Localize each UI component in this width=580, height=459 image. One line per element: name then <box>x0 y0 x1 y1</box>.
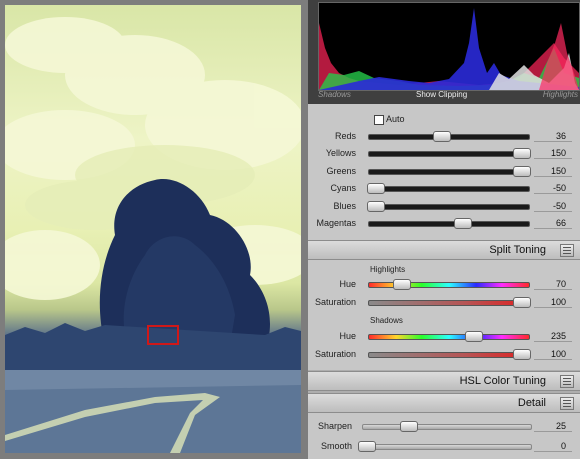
highlights-hue-row: Hue 70 <box>308 276 580 292</box>
smooth-slider[interactable] <box>358 441 532 452</box>
shadows-saturation-slider[interactable] <box>368 349 531 360</box>
shadows-saturation-thumb[interactable] <box>513 349 531 360</box>
sharpen-row: Sharpen 25 <box>308 418 580 434</box>
cyans-slider[interactable] <box>367 183 530 195</box>
grayscale-mix-section: Auto Reds 36 Yellows 150 Greens 150 Cyans -50 Bl… <box>308 104 580 240</box>
shadows-hue-thumb[interactable] <box>465 331 483 342</box>
highlights-hue-label: Hue <box>339 279 356 289</box>
magentas-label: Magentas <box>316 218 356 228</box>
split-toning-title: Split Toning <box>489 244 546 256</box>
show-clipping-label[interactable]: Show Clipping <box>416 90 467 99</box>
cyans-row: Cyans -50 <box>308 180 580 196</box>
blues-value[interactable]: -50 <box>553 201 566 211</box>
yellows-row: Yellows 150 <box>308 145 580 161</box>
highlights-saturation-row: Saturation 100 <box>308 294 580 310</box>
smooth-thumb[interactable] <box>358 441 377 452</box>
shadows-hue-value[interactable]: 235 <box>551 331 566 341</box>
auto-checkbox[interactable] <box>374 115 384 125</box>
split-toning-header[interactable]: Split Toning <box>308 240 580 260</box>
greens-row: Greens 150 <box>308 163 580 179</box>
greens-label: Greens <box>326 165 356 176</box>
annotation-highlight-box <box>147 325 179 345</box>
split-toning-section: Highlights Hue 70 Saturation 100 Shadows… <box>308 260 580 370</box>
blues-thumb[interactable] <box>367 200 386 212</box>
blues-row: Blues -50 <box>308 198 580 214</box>
highlights-hue-value[interactable]: 70 <box>556 279 566 289</box>
auto-label: Auto <box>386 114 405 124</box>
split-toning-menu-icon[interactable] <box>560 244 574 257</box>
yellows-slider[interactable] <box>368 148 531 160</box>
smooth-value[interactable]: 0 <box>561 441 566 451</box>
yellows-value[interactable]: 150 <box>551 148 566 158</box>
reds-label: Reds <box>334 131 356 141</box>
hsl-menu-icon[interactable] <box>560 375 574 388</box>
highlights-saturation-thumb[interactable] <box>513 297 531 308</box>
cyans-thumb[interactable] <box>367 183 386 195</box>
smooth-row: Smooth 0 <box>308 438 580 454</box>
photo-preview <box>5 5 301 453</box>
sharpen-thumb[interactable] <box>400 421 419 432</box>
detail-title: Detail <box>517 397 546 409</box>
highlights-saturation-label: Saturation <box>314 297 356 307</box>
magentas-value[interactable]: 66 <box>556 218 566 228</box>
reds-thumb[interactable] <box>433 131 451 142</box>
sharpen-value[interactable]: 25 <box>556 421 566 431</box>
highlights-saturation-value[interactable]: 100 <box>551 297 566 307</box>
blues-label: Blues <box>333 200 356 211</box>
reds-value[interactable]: 36 <box>556 131 566 141</box>
magentas-thumb[interactable] <box>453 218 472 229</box>
split-shadows-label: Shadows <box>370 316 403 325</box>
highlights-hue-slider[interactable] <box>368 279 530 290</box>
split-highlights-label: Highlights <box>370 265 406 274</box>
landscape-image <box>5 17 301 453</box>
reds-row: Reds 36 <box>308 128 580 144</box>
shadows-hue-row: Hue 235 <box>308 328 580 344</box>
hsl-color-tuning-title: HSL Color Tuning <box>459 375 546 387</box>
greens-thumb[interactable] <box>513 165 531 177</box>
highlights-hue-thumb[interactable] <box>393 279 411 290</box>
histogram-section: Shadows Show Clipping Highlights <box>308 0 580 104</box>
histogram <box>318 2 580 91</box>
blues-slider[interactable] <box>367 200 530 212</box>
highlights-saturation-slider[interactable] <box>368 297 531 308</box>
detail-section: Sharpen 25 Smooth 0 <box>308 413 580 459</box>
shadows-saturation-row: Saturation 100 <box>308 346 580 362</box>
greens-value[interactable]: 150 <box>551 166 566 176</box>
sharpen-label: Sharpen <box>317 421 352 431</box>
smooth-label: Smooth <box>320 441 352 451</box>
hsl-color-tuning-header[interactable]: HSL Color Tuning <box>308 371 580 391</box>
cyans-label: Cyans <box>330 183 356 194</box>
shadows-hue-slider[interactable] <box>368 331 530 342</box>
sharpen-slider[interactable] <box>362 421 532 432</box>
highlights-clip-label[interactable]: Highlights <box>543 90 578 99</box>
detail-header[interactable]: Detail <box>308 393 580 413</box>
shadows-saturation-value[interactable]: 100 <box>551 349 566 359</box>
cyans-value[interactable]: -50 <box>553 183 566 193</box>
shadows-clip-label[interactable]: Shadows <box>318 90 351 99</box>
magentas-slider[interactable] <box>368 218 530 229</box>
yellows-label: Yellows <box>325 148 356 159</box>
photo-preview-frame <box>0 0 308 459</box>
reds-slider[interactable] <box>368 131 530 142</box>
detail-menu-icon[interactable] <box>560 397 574 410</box>
adjustments-panel: Shadows Show Clipping Highlights Auto Re… <box>308 0 580 459</box>
shadows-hue-label: Hue <box>339 331 356 341</box>
yellows-thumb[interactable] <box>513 148 531 160</box>
shadows-saturation-label: Saturation <box>314 349 356 359</box>
magentas-row: Magentas 66 <box>308 215 580 231</box>
greens-slider[interactable] <box>368 165 531 177</box>
